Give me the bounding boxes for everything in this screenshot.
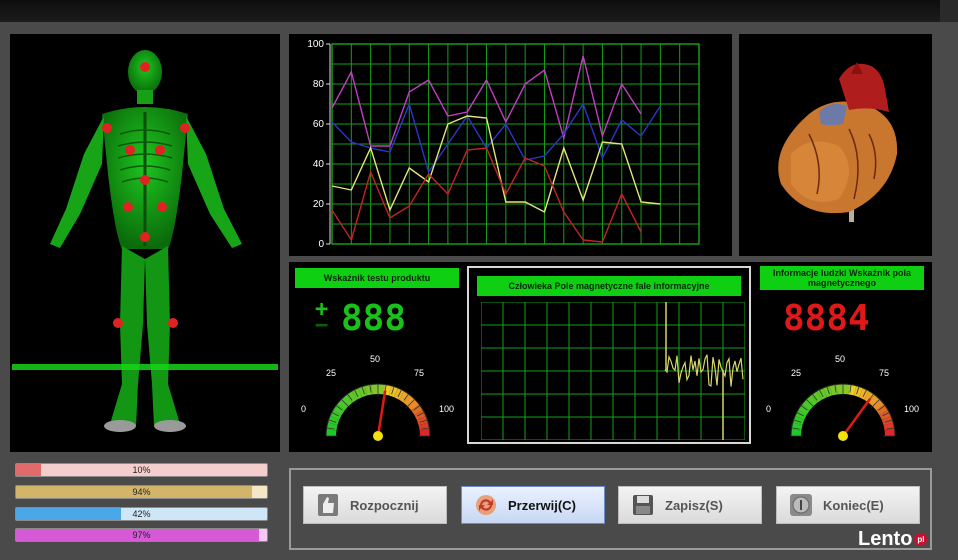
svg-text:−: − [315, 313, 328, 336]
gauge-needle [376, 390, 387, 437]
thumbs-up-icon [316, 492, 340, 518]
chart-y-tick-label: 20 [313, 199, 325, 210]
heart-image [778, 62, 898, 222]
line-chart-panel: 0 20 40 60 80 100 [289, 34, 732, 256]
human-field-title: Informacje ludzki Wskaźnik pola magnetyc… [760, 266, 924, 290]
save-button-label: Zapisz(S) [665, 497, 723, 513]
pause-button[interactable]: Przerwij(C) [461, 486, 605, 524]
chart-y-tick-label: 80 [313, 79, 325, 90]
gauge1-label-0: 0 [301, 404, 307, 414]
magnetic-wave-box: Człowieka Pole magnetyczne fale informac… [467, 266, 751, 444]
info-icon [789, 492, 813, 518]
product-test-title: Wskaźnik testu produktu [295, 268, 459, 288]
gauge2-label-0: 0 [766, 404, 772, 414]
progress-label-3: 42% [132, 509, 151, 519]
start-button[interactable]: Rozpocznij [303, 486, 447, 524]
heart-image-panel [739, 34, 932, 256]
gauge2-label-50: 50 [835, 354, 846, 364]
floppy-disk-icon [631, 492, 655, 518]
watermark-logo: Lento pl [858, 528, 928, 551]
human-field-gauge [790, 383, 896, 441]
gauge-hub [838, 431, 848, 441]
product-test-gauge [325, 383, 431, 441]
human-field-value: 8884 [783, 298, 870, 336]
pause-button-label: Przerwij(C) [508, 497, 576, 513]
progress-bar-4: 97% [15, 528, 268, 542]
save-button[interactable]: Zapisz(S) [618, 486, 762, 524]
line-chart: 0 20 40 60 80 100 [307, 39, 700, 250]
progress-label-2: 94% [132, 487, 151, 497]
chart-y-tick-label: 100 [307, 39, 324, 50]
title-bar-edge [940, 0, 958, 22]
gauge-needle [841, 398, 872, 437]
progress-bar-2: 94% [15, 485, 268, 499]
control-buttons-panel: Rozpocznij Przerwij(C) Zapisz(S) Koniec(… [289, 468, 932, 550]
gauge-hub [373, 431, 383, 441]
product-test-display: + − 888 [315, 297, 406, 336]
magnetic-wave-graph [481, 302, 745, 440]
indicators-panel: Wskaźnik testu produktu + − 888 0 25 50 … [289, 262, 932, 452]
human-field-display: 8884 [783, 298, 870, 336]
magnetic-wave-title: Człowieka Pole magnetyczne fale informac… [477, 276, 741, 296]
product-test-value: 888 [341, 298, 406, 336]
body-scan-panel [10, 34, 280, 452]
end-button-label: Koniec(E) [823, 497, 884, 513]
body-figure [12, 50, 278, 432]
title-bar [0, 0, 958, 22]
chart-y-tick-label: 40 [313, 159, 325, 170]
end-button[interactable]: Koniec(E) [776, 486, 920, 524]
progress-label-1: 10% [132, 465, 151, 475]
watermark-brand: Lento [858, 528, 913, 550]
chart-y-tick-label: 0 [318, 239, 324, 250]
progress-label-4: 97% [132, 530, 151, 540]
chart-y-tick-label: 60 [313, 119, 325, 130]
progress-bar-1: 10% [15, 463, 268, 477]
start-button-label: Rozpocznij [350, 497, 419, 513]
refresh-icon [474, 492, 498, 518]
progress-bar-3: 42% [15, 507, 268, 521]
watermark-suffix: pl [914, 533, 928, 547]
gauge1-label-50: 50 [370, 354, 381, 364]
